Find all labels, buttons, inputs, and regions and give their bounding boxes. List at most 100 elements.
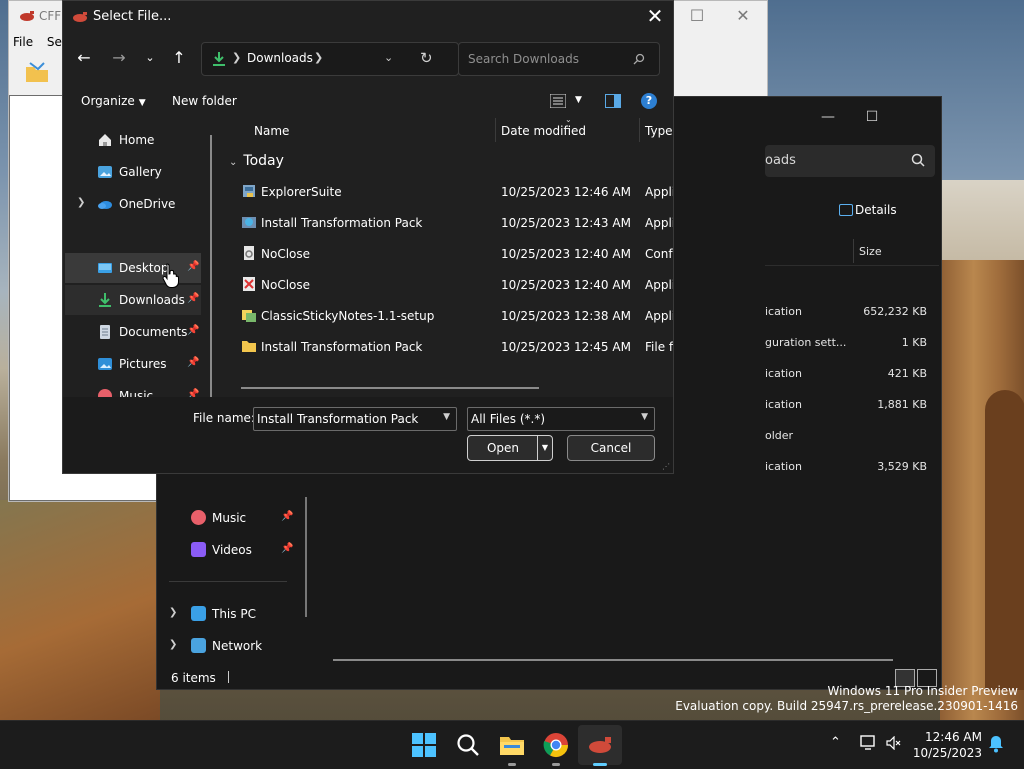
forward-arrow-icon[interactable]: →: [108, 47, 130, 69]
cancel-button[interactable]: Cancel: [567, 435, 655, 461]
list-item[interactable]: NoClose 10/25/2023 12:40 AM Appli: [223, 269, 673, 299]
pin-icon[interactable]: 📌: [187, 261, 199, 272]
start-icon[interactable]: [410, 731, 438, 759]
chevron-right-icon[interactable]: ❯: [169, 607, 177, 618]
explorer-search-box[interactable]: oads: [765, 145, 935, 177]
installer-icon: [242, 217, 256, 228]
nav-item-music[interactable]: Music 📌: [65, 381, 201, 397]
minimize-icon[interactable]: —: [813, 107, 843, 127]
table-row[interactable]: ication 652,232 KB: [765, 305, 939, 325]
new-folder-button[interactable]: New folder: [172, 94, 237, 108]
details-pane-button[interactable]: Details: [839, 203, 897, 217]
notification-bell-icon[interactable]: [988, 735, 1004, 753]
maximize-icon[interactable]: ☐: [857, 107, 887, 127]
cff-explorer-icon[interactable]: [586, 731, 614, 759]
nav-item-network[interactable]: ❯ Network: [157, 633, 307, 659]
volume-muted-icon[interactable]: [886, 736, 902, 750]
maximize-icon[interactable]: ☐: [687, 6, 707, 26]
close-icon[interactable]: ✕: [733, 6, 753, 26]
hand-cursor-icon: [162, 263, 179, 288]
chevron-down-icon[interactable]: ▼: [641, 412, 648, 422]
organize-button[interactable]: Organize ▼: [81, 94, 146, 108]
network-icon[interactable]: [860, 735, 878, 751]
documents-icon: [100, 325, 110, 339]
resize-grip-icon[interactable]: ⋰: [662, 462, 670, 471]
help-icon[interactable]: ?: [641, 93, 657, 109]
view-options-icon[interactable]: [550, 94, 566, 108]
refresh-icon[interactable]: ↻: [420, 49, 433, 67]
table-row[interactable]: ication 421 KB: [765, 367, 939, 387]
chevron-right-icon[interactable]: ❯: [77, 197, 85, 208]
breadcrumb-downloads[interactable]: Downloads: [247, 51, 313, 65]
taskbar: ⌃ 12:46 AM 10/25/2023: [0, 720, 1024, 769]
up-arrow-icon[interactable]: ↑: [168, 47, 190, 69]
nav-item-desktop[interactable]: Desktop 📌: [65, 253, 201, 283]
pin-icon[interactable]: 📌: [187, 389, 199, 397]
open-button[interactable]: Open ▼: [467, 435, 553, 461]
chevron-down-icon[interactable]: ▼: [443, 412, 450, 422]
close-icon[interactable]: ✕: [643, 5, 667, 29]
column-header: Name ⌄ Date modified Type: [223, 115, 673, 145]
horizontal-scrollbar[interactable]: [333, 659, 893, 661]
list-item[interactable]: Install Transformation Pack 10/25/2023 1…: [223, 331, 673, 361]
table-row[interactable]: older: [765, 429, 939, 449]
menu-file[interactable]: File: [13, 35, 33, 49]
chrome-icon[interactable]: [542, 731, 570, 759]
address-bar[interactable]: ❯ Downloads ❯ ⌄ ↻: [201, 42, 459, 76]
item-count: 6 items: [171, 671, 216, 685]
sort-chevron-icon: ⌄: [565, 115, 572, 124]
back-arrow-icon[interactable]: ←: [73, 47, 95, 69]
chevron-right-icon[interactable]: ❯: [169, 639, 177, 650]
navigation-bar: ← → ⌄ ↑ ❯ Downloads ❯ ⌄ ↻ Search Downloa…: [63, 39, 673, 79]
file-name-field[interactable]: Install Transformation Pack ▼: [253, 407, 457, 431]
view-caret-icon[interactable]: ▼: [575, 95, 582, 105]
pin-icon[interactable]: 📌: [187, 325, 199, 336]
breadcrumb-chevron-icon[interactable]: ❯: [314, 51, 323, 64]
search-icon[interactable]: [454, 731, 482, 759]
recent-locations-chevron-icon[interactable]: ⌄: [139, 47, 161, 69]
nav-scrollbar[interactable]: [210, 135, 212, 397]
search-input[interactable]: Search Downloads: [458, 42, 660, 76]
details-label: Details: [855, 203, 897, 217]
size-column-header[interactable]: Size: [859, 245, 882, 258]
type-column-header[interactable]: Type: [645, 124, 673, 138]
table-row[interactable]: guration sett... 1 KB: [765, 336, 939, 356]
column-separator[interactable]: [853, 239, 854, 263]
list-item[interactable]: Install Transformation Pack 10/25/2023 1…: [223, 207, 673, 237]
open-folder-icon[interactable]: [24, 59, 50, 85]
dialog-title-bar[interactable]: Select File... ✕: [63, 1, 673, 33]
file-explorer-icon[interactable]: [498, 731, 526, 759]
open-split-dropdown-icon[interactable]: ▼: [537, 436, 552, 460]
column-separator[interactable]: [639, 118, 640, 142]
show-hidden-icons-chevron-icon[interactable]: ⌃: [830, 735, 841, 750]
nav-item-this-pc[interactable]: ❯ This PC: [157, 601, 307, 627]
name-column-header[interactable]: Name: [254, 124, 289, 138]
nav-item-documents[interactable]: Documents 📌: [65, 317, 201, 347]
column-separator[interactable]: [495, 118, 496, 142]
nav-item-home[interactable]: Home: [65, 125, 201, 155]
nav-item-gallery[interactable]: Gallery: [65, 157, 201, 187]
preview-pane-icon[interactable]: [605, 94, 621, 108]
file-name: ExplorerSuite: [261, 185, 342, 199]
list-item[interactable]: ClassicStickyNotes-1.1-setup 10/25/2023 …: [223, 300, 673, 330]
nav-scrollbar[interactable]: [305, 497, 307, 617]
nav-item-downloads[interactable]: Downloads 📌: [65, 285, 201, 315]
nav-item-music[interactable]: Music 📌: [157, 505, 307, 531]
list-item[interactable]: ExplorerSuite 10/25/2023 12:46 AM Appli: [223, 176, 673, 206]
nav-item-onedrive[interactable]: ❯ OneDrive: [65, 189, 201, 219]
pin-icon[interactable]: 📌: [187, 293, 199, 304]
chevron-down-icon: ⌄: [229, 157, 238, 168]
table-row[interactable]: ication 3,529 KB: [765, 460, 939, 480]
date-column-header[interactable]: Date modified: [501, 124, 586, 138]
system-clock[interactable]: 12:46 AM 10/25/2023: [912, 729, 982, 761]
file-type-select[interactable]: All Files (*.*) ▼: [467, 407, 655, 431]
nav-item-videos[interactable]: Videos 📌: [157, 537, 307, 563]
nav-item-pictures[interactable]: Pictures 📌: [65, 349, 201, 379]
table-row[interactable]: ication 1,881 KB: [765, 398, 939, 418]
horizontal-scrollbar[interactable]: [241, 387, 539, 389]
file-name-label: File name:: [193, 411, 255, 425]
group-header-today[interactable]: ⌄ Today: [229, 153, 284, 169]
address-dropdown-icon[interactable]: ⌄: [384, 51, 393, 64]
pin-icon[interactable]: 📌: [187, 357, 199, 368]
list-item[interactable]: NoClose 10/25/2023 12:40 AM Conf: [223, 238, 673, 268]
